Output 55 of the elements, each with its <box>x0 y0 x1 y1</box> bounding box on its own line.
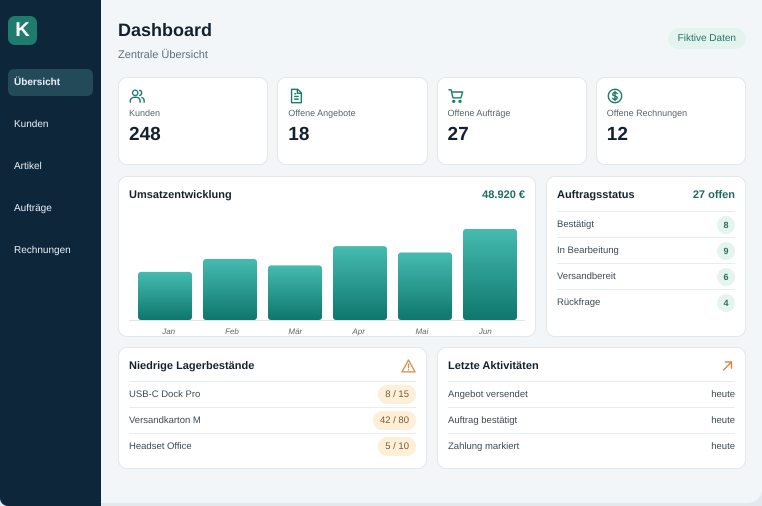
kpi-label: Offene Aufträge <box>448 108 512 118</box>
sidebar-item[interactable]: Kunden <box>8 111 93 138</box>
kpi-value: 248 <box>129 124 162 146</box>
activity-time: heute <box>711 441 735 452</box>
status-label: In Bearbeitung <box>557 245 619 256</box>
sidebar-item[interactable]: Artikel <box>8 153 93 180</box>
warning-icon <box>401 359 416 373</box>
cart-icon <box>448 88 464 104</box>
month-label: Apr <box>351 327 366 336</box>
kpi-value: 18 <box>288 124 310 146</box>
card-title: Letzte Aktivitäten <box>448 360 539 372</box>
users-icon <box>129 88 145 104</box>
status-label: Rückfrage <box>557 297 600 308</box>
kpi-label: Kunden <box>129 108 162 118</box>
kpi-label: Offene Angebote <box>288 108 357 118</box>
logo: K <box>8 16 37 45</box>
month-label: Mär <box>287 327 304 336</box>
activity-time: heute <box>711 415 735 426</box>
card-title: Umsatzentwicklung <box>129 189 232 201</box>
stock-badge: 42 / 80 <box>372 411 416 430</box>
month-label: Jun <box>478 327 493 336</box>
count-badge: 6 <box>717 268 735 286</box>
status-label: Bestätigt <box>557 219 594 230</box>
page-title: Dashboard <box>118 20 212 41</box>
status-label: Versandbereit <box>557 271 616 282</box>
activity-text: Zahlung markiert <box>448 441 520 452</box>
arrow-icon[interactable] <box>720 359 735 373</box>
kpi-value: 27 <box>448 124 470 146</box>
month-label: Mai <box>414 327 430 336</box>
item-name: Headset Office <box>129 441 192 452</box>
card-title: Auftragsstatus <box>557 189 635 201</box>
kpi-value: 12 <box>606 124 629 146</box>
month-label: Feb <box>224 327 240 336</box>
count-badge: 9 <box>717 242 735 260</box>
card-title: Niedrige Lagerbestände <box>129 360 254 372</box>
activity-time: heute <box>711 389 735 400</box>
stock-badge: 5 / 10 <box>378 437 416 456</box>
item-name: USB-C Dock Pro <box>129 389 200 400</box>
sidebar-item[interactable]: Rechnungen <box>8 237 93 264</box>
sidebar-item[interactable]: Übersicht <box>8 69 93 96</box>
activity-text: Angebot versendet <box>448 389 528 400</box>
month-label: Jan <box>161 327 176 336</box>
sidebar-item[interactable]: Aufträge <box>8 195 93 222</box>
activity-text: Auftrag bestätigt <box>448 415 518 426</box>
document-icon <box>288 88 304 104</box>
item-name: Versandkarton M <box>129 415 201 426</box>
stock-badge: 8 / 15 <box>378 385 416 404</box>
count-badge: 8 <box>717 216 735 234</box>
count-badge: 4 <box>717 294 735 312</box>
page-subtitle: Zentrale Übersicht <box>118 49 209 61</box>
dollar-icon <box>606 88 623 104</box>
open-count: 27 offen <box>692 189 735 201</box>
revenue-total: 48.920 € <box>482 189 525 201</box>
kpi-label: Offene Rechnungen <box>606 108 688 118</box>
data-badge: Fiktive Daten <box>668 28 746 49</box>
